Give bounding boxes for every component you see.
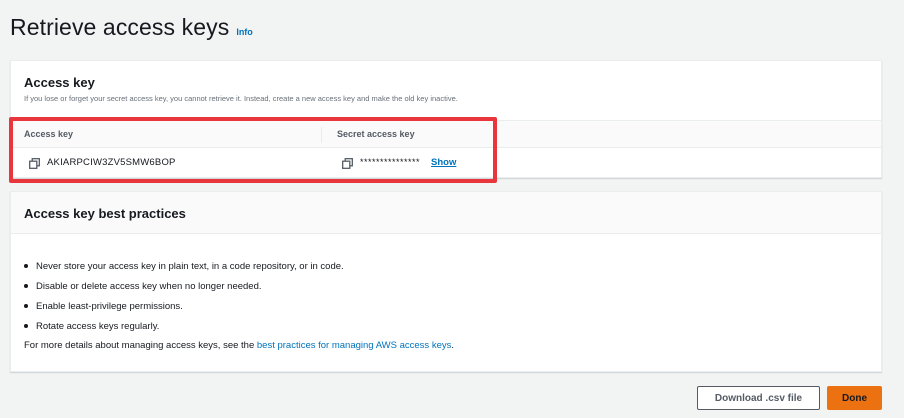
access-key-panel-description: If you lose or forget your secret access… [24,94,458,103]
footer-suffix: . [451,340,454,351]
footer-text: For more details about managing access k… [24,340,257,351]
list-item-text: Never store your access key in plain tex… [36,260,344,272]
best-practices-panel: Access key best practices Never store yo… [10,191,882,372]
page-header: Retrieve access keys Info [10,14,253,41]
list-item-text: Disable or delete access key when no lon… [36,280,262,292]
download-csv-button[interactable]: Download .csv file [697,386,820,410]
list-item-text: Rotate access keys regularly. [36,320,160,332]
bullet-icon [24,324,28,328]
access-key-panel-title: Access key [24,75,95,90]
best-practices-footer: For more details about managing access k… [24,340,454,351]
page-title: Retrieve access keys [10,14,230,40]
list-item: Never store your access key in plain tex… [24,256,344,276]
best-practices-header: Access key best practices [11,192,881,234]
list-item-text: Enable least-privilege permissions. [36,300,183,312]
best-practices-title: Access key best practices [24,206,186,221]
bullet-icon [24,264,28,268]
best-practices-link[interactable]: best practices for managing AWS access k… [257,340,451,351]
list-item: Enable least-privilege permissions. [24,296,344,316]
info-link[interactable]: Info [236,27,253,37]
bullet-icon [24,284,28,288]
best-practices-list: Never store your access key in plain tex… [24,256,344,336]
list-item: Rotate access keys regularly. [24,316,344,336]
bullet-icon [24,304,28,308]
highlight-box [9,117,497,183]
list-item: Disable or delete access key when no lon… [24,276,344,296]
done-button[interactable]: Done [827,386,882,410]
